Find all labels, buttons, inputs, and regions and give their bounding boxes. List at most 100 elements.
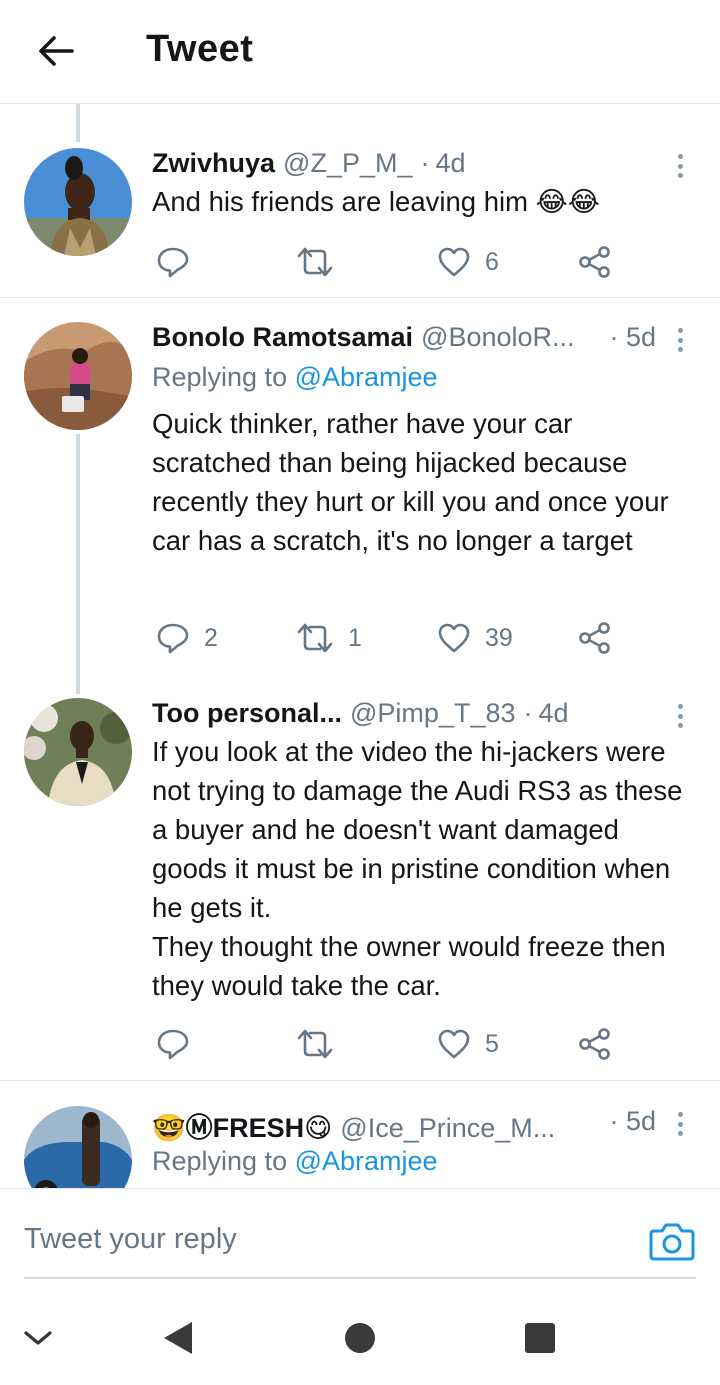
timestamp: 5d: [625, 1106, 656, 1136]
replying-to: Replying to @Abramjee: [152, 1146, 438, 1177]
thread-connector: [76, 104, 80, 142]
user-handle: @Pimp_T_83: [350, 698, 516, 728]
separator-dot: ·: [609, 1106, 619, 1136]
timestamp: 4d: [435, 148, 466, 178]
user-handle: @Z_P_M_: [283, 148, 413, 178]
share-icon: [579, 246, 610, 278]
more-vertical-icon: [677, 328, 683, 333]
tweet-meta: Bonolo Ramotsamai @BonoloR...: [152, 322, 575, 358]
retweet-button[interactable]: [296, 242, 334, 282]
avatar[interactable]: [24, 1106, 132, 1188]
tweet-item[interactable]: Bonolo Ramotsamai @BonoloR... · 5d Reply…: [0, 322, 720, 654]
tweet-text: And his friends are leaving him 😂😂: [152, 186, 600, 217]
circle-home-icon: [345, 1323, 375, 1353]
system-nav-bar: [0, 1292, 720, 1385]
reply-button[interactable]: [156, 1024, 190, 1064]
like-count: 39: [485, 623, 513, 652]
tweet-meta: Too personal... @Pimp_T_83 · 4d: [152, 698, 569, 734]
share-button[interactable]: [578, 618, 612, 658]
camera-button[interactable]: [648, 1219, 696, 1263]
user-handle: @Ice_Prince_M...: [340, 1113, 556, 1143]
camera-icon: [649, 1223, 695, 1261]
more-vertical-icon: [677, 1112, 683, 1117]
more-options-button[interactable]: [672, 700, 688, 732]
tweet-text: If you look at the video the hi-jackers …: [152, 736, 683, 1001]
reply-icon: [157, 247, 189, 278]
more-vertical-icon: [677, 704, 683, 709]
more-vertical-icon: [677, 154, 683, 159]
reply-icon: [157, 623, 189, 654]
separator-dot: ·: [609, 322, 619, 352]
avatar[interactable]: [24, 322, 132, 430]
share-icon: [579, 622, 610, 654]
timestamp-wrap: · 5d: [609, 322, 656, 353]
tweet-actions: 6: [0, 242, 720, 282]
tweet-meta: 🤓ⓂFRESH😋 @Ice_Prince_M...: [152, 1106, 556, 1145]
tweet-item[interactable]: Too personal... @Pimp_T_83 · 4d If you l…: [0, 698, 720, 1060]
divider: [0, 1080, 720, 1081]
mention-link[interactable]: @Abramjee: [295, 1146, 438, 1176]
reply-button[interactable]: [156, 242, 190, 282]
nav-hide-button[interactable]: [14, 1316, 62, 1360]
arrow-left-icon: [39, 36, 74, 66]
like-button[interactable]: 5: [437, 1024, 499, 1064]
separator-dot: ·: [420, 148, 430, 178]
replying-to-label: Replying to: [152, 1146, 295, 1176]
square-recents-icon: [525, 1323, 555, 1353]
reply-button[interactable]: 2: [156, 618, 218, 658]
input-underline: [24, 1277, 696, 1279]
divider: [0, 297, 720, 298]
top-app-bar: Tweet: [0, 0, 720, 104]
thread-connector: [76, 434, 80, 694]
reply-icon: [157, 1029, 189, 1060]
tweet-item[interactable]: 🤓ⓂFRESH😋 @Ice_Prince_M... · 5d Replying …: [0, 1106, 720, 1188]
reply-count: 2: [204, 623, 218, 652]
nav-recents-button[interactable]: [516, 1316, 564, 1360]
share-icon: [579, 1028, 610, 1060]
heart-icon: [438, 247, 470, 277]
retweet-icon: [297, 247, 333, 277]
timestamp: 4d: [538, 698, 569, 728]
display-name[interactable]: Too personal...: [152, 698, 342, 729]
timestamp: 5d: [625, 322, 656, 352]
like-button[interactable]: 6: [437, 242, 499, 282]
reply-feed[interactable]: Zwivhuya @Z_P_M_ · 4d And his friends ar…: [0, 104, 720, 1188]
reply-composer: Tweet your reply: [0, 1188, 720, 1292]
reply-input[interactable]: Tweet your reply: [24, 1223, 237, 1256]
display-name[interactable]: 🤓ⓂFRESH😋: [152, 1106, 332, 1145]
more-options-button[interactable]: [672, 324, 688, 356]
page-title: Tweet: [146, 28, 254, 70]
share-button[interactable]: [578, 1024, 612, 1064]
retweet-button[interactable]: [296, 1024, 334, 1064]
heart-icon: [438, 1029, 470, 1059]
tweet-actions: 5: [0, 1024, 720, 1064]
like-count: 6: [485, 247, 499, 276]
retweet-count: 1: [348, 623, 362, 652]
more-options-button[interactable]: [672, 1108, 688, 1140]
avatar[interactable]: [24, 148, 132, 256]
tweet-item[interactable]: Zwivhuya @Z_P_M_ · 4d And his friends ar…: [0, 148, 720, 298]
replying-to-label: Replying to: [152, 362, 295, 392]
more-options-button[interactable]: [672, 150, 688, 182]
nav-home-button[interactable]: [336, 1316, 384, 1360]
back-button[interactable]: [30, 28, 82, 74]
tweet-meta: Zwivhuya @Z_P_M_ · 4d: [152, 148, 466, 184]
like-count: 5: [485, 1029, 499, 1058]
chevron-down-icon: [24, 1331, 52, 1345]
replying-to: Replying to @Abramjee: [152, 362, 438, 393]
like-button[interactable]: 39: [437, 618, 513, 658]
tweet-actions: 2 1 39: [0, 618, 720, 658]
retweet-button[interactable]: 1: [296, 618, 362, 658]
mention-link[interactable]: @Abramjee: [295, 362, 438, 392]
share-button[interactable]: [578, 242, 612, 282]
heart-icon: [438, 623, 470, 653]
tweet-text: Quick thinker, rather have your car scra…: [152, 408, 669, 556]
retweet-icon: [297, 623, 333, 653]
user-handle: @BonoloR...: [421, 322, 575, 352]
retweet-icon: [297, 1029, 333, 1059]
nav-back-button[interactable]: [154, 1316, 202, 1360]
separator-dot: ·: [523, 698, 533, 728]
avatar[interactable]: [24, 698, 132, 806]
display-name[interactable]: Bonolo Ramotsamai: [152, 322, 413, 353]
display-name[interactable]: Zwivhuya: [152, 148, 275, 179]
